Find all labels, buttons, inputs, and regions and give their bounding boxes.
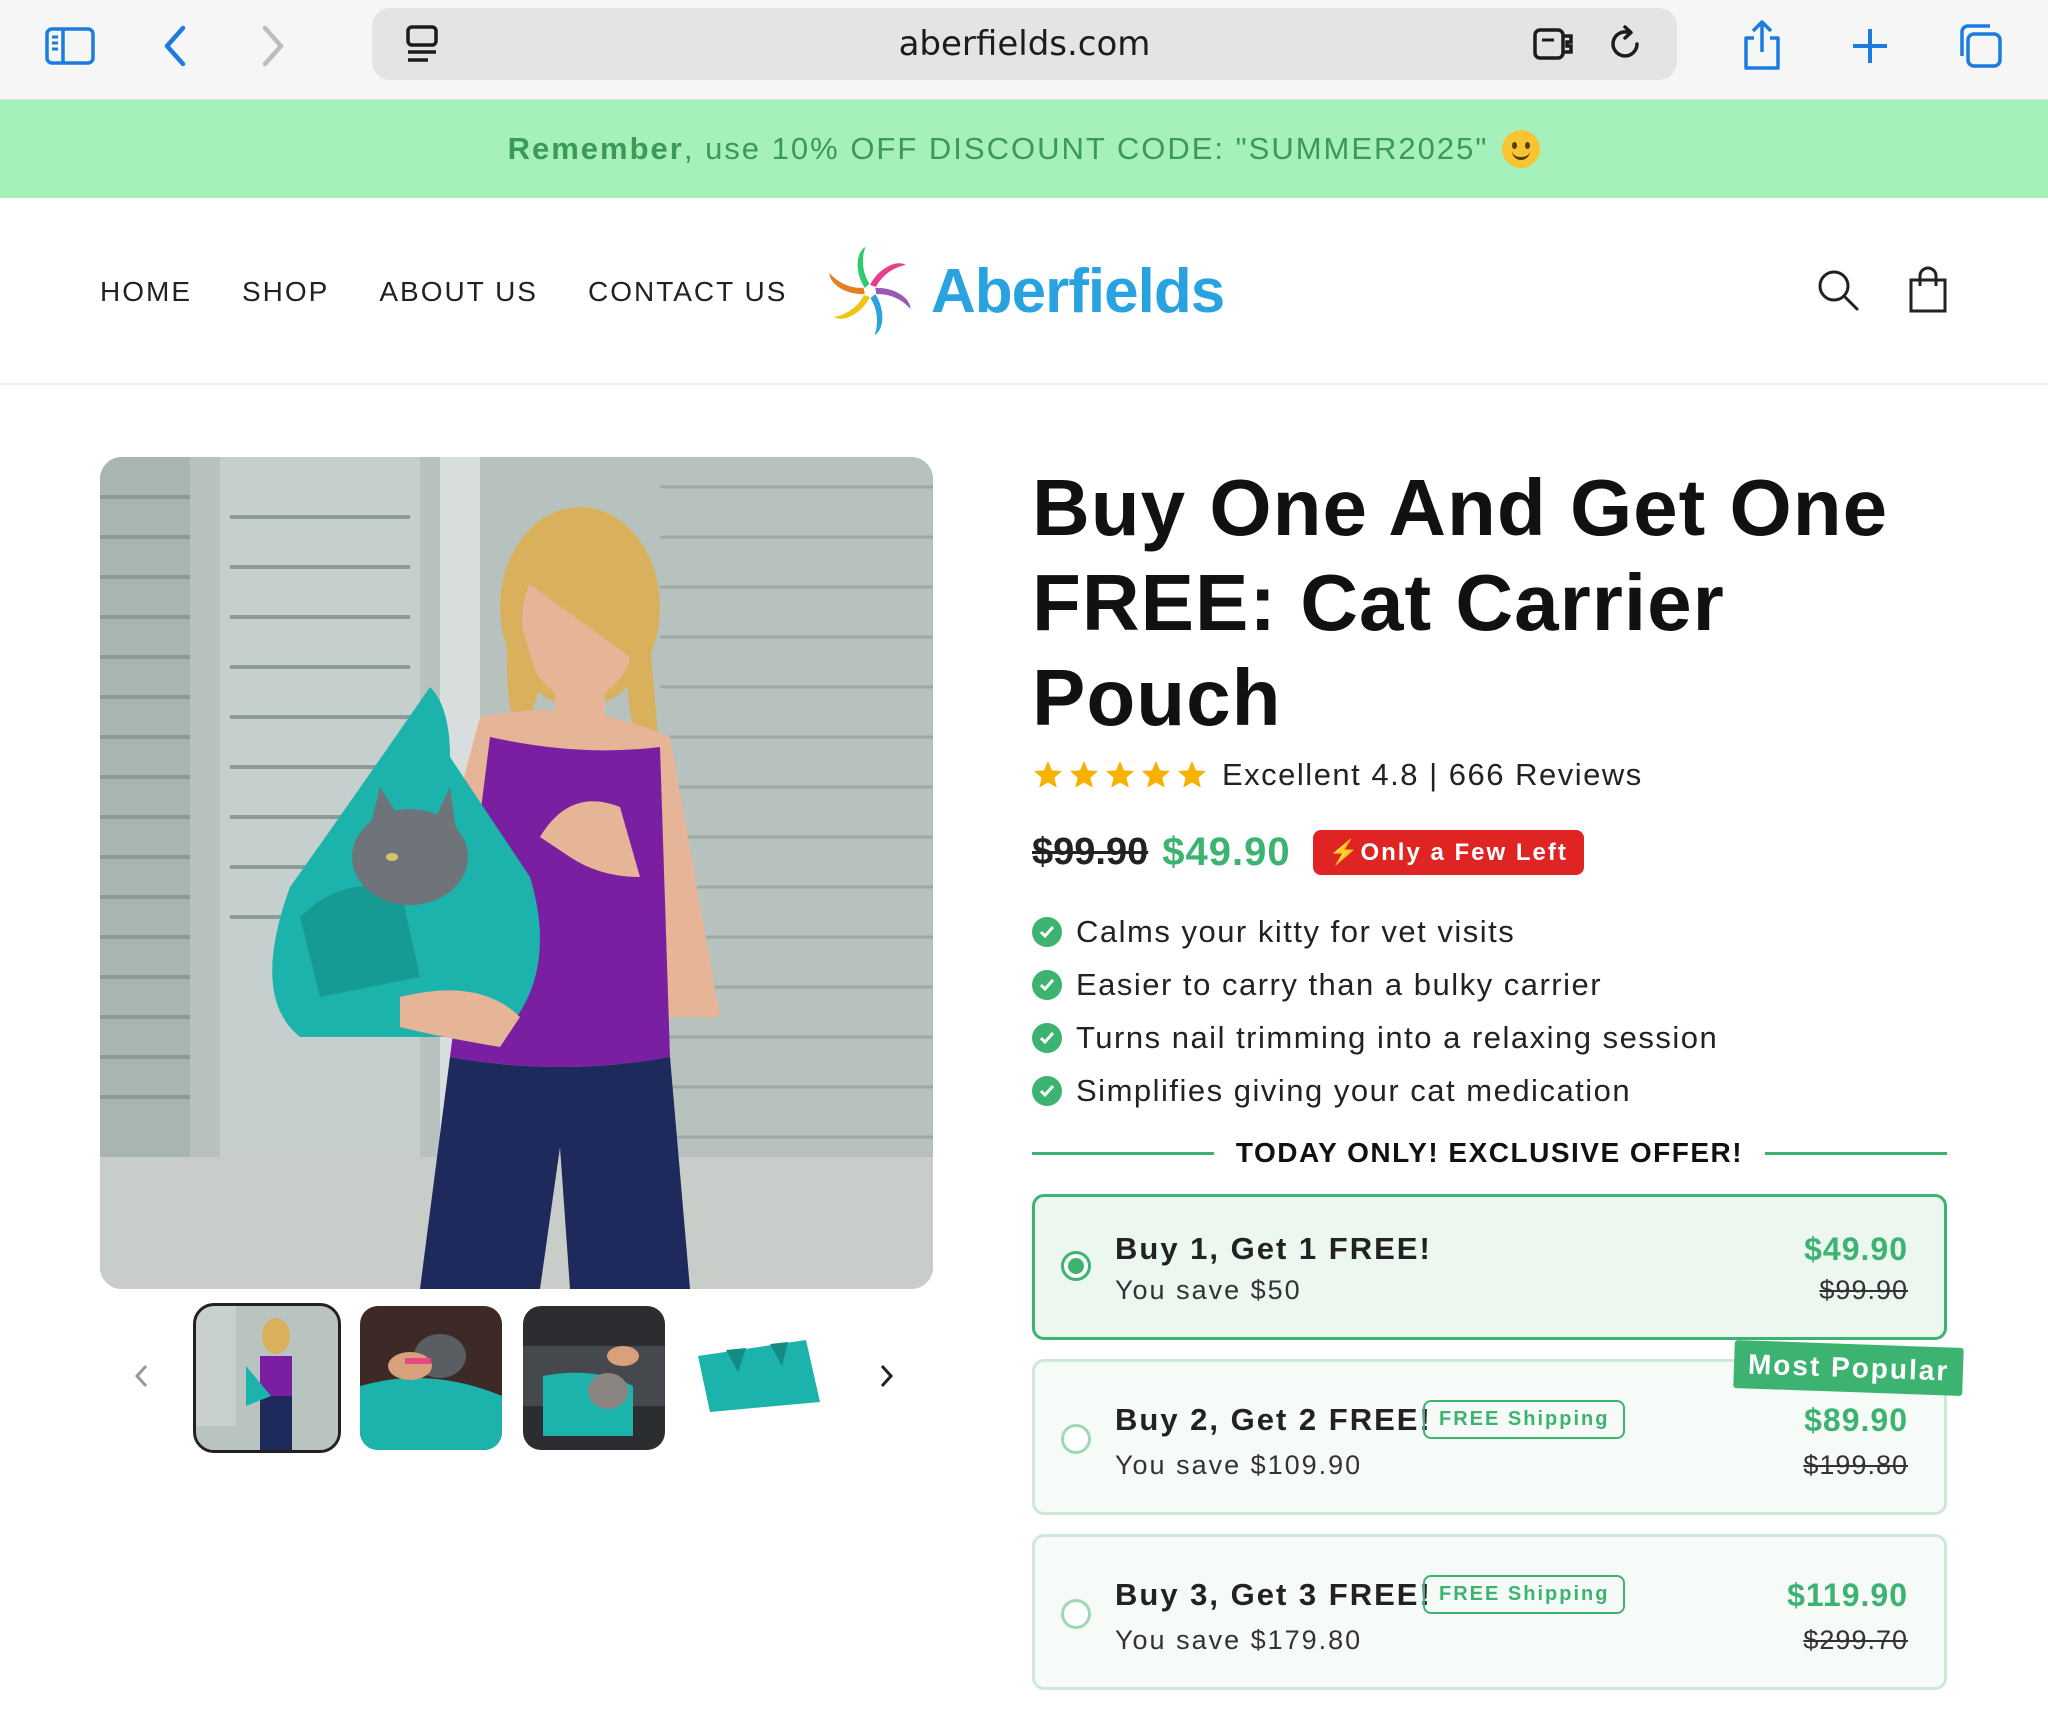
address-bar[interactable]: aberfields.com (372, 8, 1677, 80)
star-icon (1070, 761, 1098, 788)
radio-selected[interactable] (1061, 1251, 1091, 1281)
divider (1765, 1151, 1948, 1155)
thumbnail-3[interactable] (523, 1306, 665, 1450)
free-shipping-badge: FREE Shipping (1423, 1575, 1626, 1614)
bundle-price: $89.90 (1804, 1402, 1908, 1438)
bundle-compare-price: $299.70 (1803, 1625, 1908, 1655)
reload-icon[interactable] (1599, 18, 1651, 70)
star-icon (1142, 761, 1170, 788)
radio-unselected[interactable] (1061, 1599, 1091, 1629)
extension-icon[interactable] (1529, 18, 1581, 70)
bundle-title: Buy 2, Get 2 FREE! (1115, 1402, 1432, 1437)
benefit-list: Calms your kitty for vet visits Easier t… (1032, 905, 1718, 1117)
bundle-option-3[interactable]: Buy 3, Get 3 FREE! FREE Shipping You sav… (1032, 1534, 1947, 1690)
benefit-text: Calms your kitty for vet visits (1076, 913, 1516, 949)
bundle-option-1[interactable]: Buy 1, Get 1 FREE! You save $50 $49.90 $… (1032, 1194, 1947, 1340)
star-icon (1106, 761, 1134, 788)
nav-home[interactable]: HOME (100, 276, 192, 308)
most-popular-badge: Most Popular (1733, 1340, 1965, 1396)
site-logo[interactable]: Aberfields (815, 236, 1225, 346)
thumbnail-1[interactable] (193, 1303, 341, 1453)
check-circle-icon (1032, 916, 1062, 947)
plus-icon[interactable] (1844, 20, 1896, 72)
thumbnail-strip (100, 1303, 933, 1454)
bag-icon[interactable] (1898, 260, 1958, 320)
announcement-bold: Remember (507, 131, 684, 166)
share-icon[interactable] (1736, 20, 1788, 72)
bundle-compare-price: $199.80 (1803, 1450, 1908, 1480)
radio-unselected[interactable] (1061, 1424, 1091, 1454)
check-circle-icon (1032, 1022, 1062, 1053)
bundle-title: Buy 1, Get 1 FREE! (1115, 1231, 1432, 1266)
bundle-compare-price: $99.90 (1819, 1275, 1908, 1305)
site-header: HOME SHOP ABOUT US CONTACT US Aberfields (0, 198, 2048, 385)
benefit-text: Simplifies giving your cat medication (1076, 1072, 1632, 1108)
benefit-item: Simplifies giving your cat medication (1032, 1064, 1718, 1117)
product-main-image[interactable] (100, 457, 933, 1289)
star-rating (1032, 759, 1208, 791)
bundle-savings: You save $109.90 (1115, 1450, 1363, 1480)
thumbnail-2[interactable] (360, 1306, 502, 1450)
check-circle-icon (1032, 1075, 1062, 1106)
star-icon (1178, 761, 1206, 788)
bundle-savings: You save $50 (1115, 1275, 1302, 1305)
compare-price: $99.90 (1032, 830, 1149, 873)
chevron-left-icon[interactable] (150, 20, 202, 72)
chevron-left-icon[interactable] (122, 1356, 162, 1396)
benefit-item: Easier to carry than a bulky carrier (1032, 958, 1718, 1011)
lightning-icon: ⚡ (1328, 838, 1361, 866)
main-nav: HOME SHOP ABOUT US CONTACT US (100, 198, 787, 385)
rating-text: Excellent 4.8 | 666 Reviews (1222, 757, 1643, 792)
benefit-text: Easier to carry than a bulky carrier (1076, 966, 1603, 1002)
bundle-price: $49.90 (1804, 1231, 1908, 1267)
check-circle-icon (1032, 969, 1062, 1000)
rating-row[interactable]: Excellent 4.8 | 666 Reviews (1032, 752, 1643, 798)
offer-heading: TODAY ONLY! EXCLUSIVE OFFER! (1032, 1130, 1948, 1176)
bundle-savings: You save $179.80 (1115, 1625, 1363, 1655)
price-row: $99.90 $49.90 ⚡Only a Few Left (1032, 826, 1584, 878)
sale-price: $49.90 (1162, 829, 1291, 874)
chevron-right-icon[interactable] (866, 1356, 906, 1396)
benefit-text: Turns nail trimming into a relaxing sess… (1076, 1019, 1719, 1055)
product-title: Buy One And Get One FREE: Cat Carrier Po… (1032, 463, 1889, 742)
nav-about-us[interactable]: ABOUT US (379, 276, 538, 308)
stock-badge: ⚡Only a Few Left (1312, 829, 1584, 875)
star-icon (1034, 761, 1062, 788)
announcement-bar: Remember , use 10% OFF DISCOUNT CODE: "S… (0, 100, 2048, 198)
tabs-icon[interactable] (1954, 20, 2006, 72)
sidebar-icon[interactable] (44, 20, 96, 72)
benefit-item: Calms your kitty for vet visits (1032, 905, 1718, 958)
url-text: aberfields.com (898, 24, 1151, 64)
free-shipping-badge: FREE Shipping (1423, 1400, 1626, 1439)
offer-heading-text: TODAY ONLY! EXCLUSIVE OFFER! (1235, 1137, 1744, 1168)
flower-logo-icon (829, 246, 911, 336)
browser-toolbar: aberfields.com (0, 0, 2048, 100)
divider (1032, 1151, 1214, 1155)
chevron-right-icon[interactable] (246, 20, 298, 72)
logo-wordmark: Aberfields (931, 256, 1225, 326)
search-icon[interactable] (1808, 260, 1868, 320)
nav-shop[interactable]: SHOP (242, 276, 329, 308)
smiley-icon (1502, 130, 1541, 168)
stock-badge-text: Only a Few Left (1360, 838, 1568, 866)
thumbnail-4[interactable] (686, 1306, 828, 1450)
bundle-title: Buy 3, Get 3 FREE! (1115, 1577, 1432, 1612)
announcement-text: , use 10% OFF DISCOUNT CODE: "SUMMER2025… (683, 131, 1489, 166)
bundle-price: $119.90 (1787, 1577, 1908, 1613)
benefit-item: Turns nail trimming into a relaxing sess… (1032, 1011, 1718, 1064)
nav-contact-us[interactable]: CONTACT US (588, 276, 787, 308)
